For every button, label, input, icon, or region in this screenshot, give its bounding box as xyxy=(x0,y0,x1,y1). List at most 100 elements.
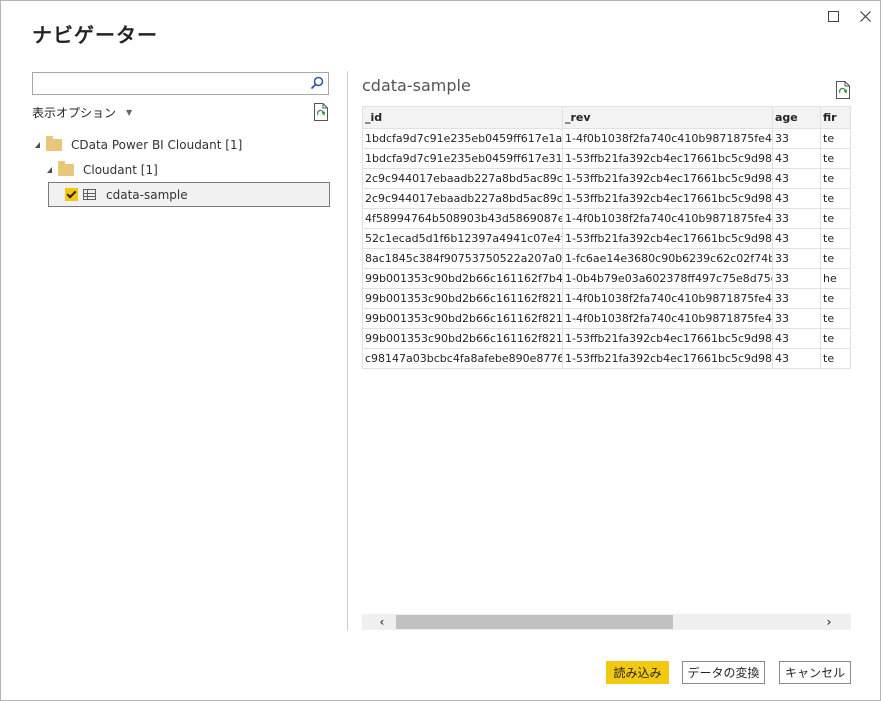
table-cell[interactable]: 43 xyxy=(772,168,821,189)
table-cell[interactable]: 99b001353c90bd2b66c161162f821ae0 xyxy=(362,328,563,349)
display-options-dropdown[interactable]: 表示オプション ▼ xyxy=(32,104,132,121)
table-cell[interactable]: 1-0b4b79e03a602378ff497c75e8d75d89 xyxy=(562,268,773,289)
column-header[interactable]: fir xyxy=(820,106,851,129)
table-row[interactable]: 8ac1845c384f90753750522a207a024f 1-fc6ae1… xyxy=(362,248,851,269)
tree-item-root[interactable]: CData Power BI Cloudant [1] xyxy=(35,135,242,155)
table-row[interactable]: 99b001353c90bd2b66c161162f8212b6 1-4f0b10… xyxy=(362,288,851,309)
expand-triangle-icon[interactable] xyxy=(47,167,52,173)
column-header[interactable]: age xyxy=(772,106,821,129)
table-cell[interactable]: 43 xyxy=(772,328,821,349)
scrollbar-thumb[interactable] xyxy=(396,615,673,629)
search-icon[interactable] xyxy=(310,76,324,90)
table-cell[interactable]: 1-53ffb21fa392cb4ec17661bc5c9d98d1 xyxy=(562,148,773,169)
table-cell[interactable]: 1-4f0b1038f2fa740c410b9871875fe4b8 xyxy=(562,288,773,309)
table-cell[interactable]: 43 xyxy=(772,188,821,209)
close-icon xyxy=(859,10,871,22)
table-header-row: _id _rev age fir xyxy=(362,106,851,129)
table-row[interactable]: 4f58994764b508903b43d5869087e8661-4f0b10… xyxy=(362,208,851,229)
table-cell[interactable]: 33 xyxy=(772,208,821,229)
table-row[interactable]: 99b001353c90bd2b66c161162f8213af 1-4f0b10… xyxy=(362,308,851,329)
table-cell[interactable]: 2c9c944017ebaadb227a8bd5ac89cd5d xyxy=(362,188,563,209)
table-cell[interactable]: 1-4f0b1038f2fa740c410b9871875fe4b8 xyxy=(562,208,773,229)
table-cell[interactable]: 43 xyxy=(772,228,821,249)
table-cell[interactable]: 43 xyxy=(772,148,821,169)
table-cell[interactable]: 1-53ffb21fa392cb4ec17661bc5c9d98d1 xyxy=(562,168,773,189)
table-cell[interactable]: te xyxy=(820,128,851,149)
maximize-button[interactable] xyxy=(823,7,843,25)
table-row[interactable]: 2c9c944017ebaadb227a8bd5ac89c63a 1-53ffb2… xyxy=(362,168,851,189)
table-cell[interactable]: c98147a03bcbc4fa8afebe890e877613 xyxy=(362,348,563,369)
load-button[interactable]: 読み込み xyxy=(606,661,669,684)
table-cell[interactable]: te xyxy=(820,348,851,369)
maximize-icon xyxy=(827,10,839,22)
table-cell[interactable]: 1bdcfa9d7c91e235eb0459ff617e1a20 xyxy=(362,128,563,149)
tree-item-label: Cloudant [1] xyxy=(83,163,158,177)
table-cell[interactable]: te xyxy=(820,208,851,229)
column-header[interactable]: _rev xyxy=(562,106,773,129)
refresh-icon[interactable] xyxy=(835,81,851,99)
table-row[interactable]: 99b001353c90bd2b66c161162f7b47ad 1-0b4b79… xyxy=(362,268,851,289)
table-cell[interactable]: 33 xyxy=(772,268,821,289)
search-input[interactable] xyxy=(35,74,309,95)
search-box[interactable] xyxy=(32,72,329,95)
pane-divider[interactable] xyxy=(347,71,348,631)
scroll-left-icon[interactable]: ‹ xyxy=(374,614,390,630)
table-row[interactable]: 1bdcfa9d7c91e235eb0459ff617e3168 1-53ffb2… xyxy=(362,148,851,169)
tree-item-label: CData Power BI Cloudant [1] xyxy=(71,138,243,152)
table-cell[interactable]: 99b001353c90bd2b66c161162f8213af xyxy=(362,308,563,329)
table-cell[interactable]: te xyxy=(820,288,851,309)
chevron-down-icon: ▼ xyxy=(126,108,133,117)
table-cell[interactable]: te xyxy=(820,248,851,269)
transform-data-button[interactable]: データの変換 xyxy=(682,661,765,684)
table-cell[interactable]: te xyxy=(820,168,851,189)
table-row[interactable]: 2c9c944017ebaadb227a8bd5ac89cd5d 1-53ffb2… xyxy=(362,188,851,209)
table-cell[interactable]: 33 xyxy=(772,288,821,309)
table-row[interactable]: 1bdcfa9d7c91e235eb0459ff617e1a20 1-4f0b10… xyxy=(362,128,851,149)
table-cell[interactable]: 43 xyxy=(772,348,821,369)
table-cell[interactable]: te xyxy=(820,328,851,349)
table-cell[interactable]: 1-53ffb21fa392cb4ec17661bc5c9d98d1 xyxy=(562,348,773,369)
tree-item-cloudant[interactable]: Cloudant [1] xyxy=(47,160,158,180)
table-cell[interactable]: te xyxy=(820,228,851,249)
close-button[interactable] xyxy=(855,7,875,25)
table-cell[interactable]: 1-fc6ae14e3680c90b6239c62c02f74b43 xyxy=(562,248,773,269)
table-cell[interactable]: 1-53ffb21fa392cb4ec17661bc5c9d98d1 xyxy=(562,228,773,249)
table-cell[interactable]: 8ac1845c384f90753750522a207a024f xyxy=(362,248,563,269)
table-cell[interactable]: 99b001353c90bd2b66c161162f7b47ad xyxy=(362,268,563,289)
table-cell[interactable]: 1-4f0b1038f2fa740c410b9871875fe4b8 xyxy=(562,308,773,329)
table-row[interactable]: 52c1ecad5d1f6b12397a4941c07e4f1b 1-53ffb2… xyxy=(362,228,851,249)
cancel-button[interactable]: キャンセル xyxy=(779,661,851,684)
preview-table[interactable]: _id _rev age fir 1bdcfa9d7c91e235eb0459f… xyxy=(362,106,851,381)
table-cell[interactable]: 33 xyxy=(772,128,821,149)
table-cell[interactable]: 4f58994764b508903b43d5869087e866 xyxy=(362,208,563,229)
column-header[interactable]: _id xyxy=(362,106,563,129)
table-cell[interactable]: te xyxy=(820,148,851,169)
table-cell[interactable]: he xyxy=(820,268,851,289)
table-icon xyxy=(83,189,96,200)
scroll-right-icon[interactable]: › xyxy=(821,614,837,630)
folder-icon xyxy=(58,161,74,176)
table-cell[interactable]: 1bdcfa9d7c91e235eb0459ff617e3168 xyxy=(362,148,563,169)
table-cell[interactable]: te xyxy=(820,188,851,209)
table-row[interactable]: 99b001353c90bd2b66c161162f821ae0 1-53ffb2… xyxy=(362,328,851,349)
table-cell[interactable]: 1-4f0b1038f2fa740c410b9871875fe4b8 xyxy=(562,128,773,149)
expand-triangle-icon[interactable] xyxy=(35,142,40,148)
preview-title: cdata-sample xyxy=(362,76,471,95)
horizontal-scrollbar[interactable]: ‹ › xyxy=(362,614,851,630)
table-cell[interactable]: 52c1ecad5d1f6b12397a4941c07e4f1b xyxy=(362,228,563,249)
dialog-title: ナビゲーター xyxy=(32,23,158,47)
refresh-icon[interactable] xyxy=(313,103,329,121)
table-cell[interactable]: te xyxy=(820,308,851,329)
table-cell[interactable]: 99b001353c90bd2b66c161162f8212b6 xyxy=(362,288,563,309)
table-cell[interactable]: 1-53ffb21fa392cb4ec17661bc5c9d98d1 xyxy=(562,328,773,349)
navigator-dialog: ナビゲーター 表示オプション ▼ CData Power BI Cloudant… xyxy=(0,0,881,701)
table-cell[interactable]: 33 xyxy=(772,308,821,329)
tree-item-label: cdata-sample xyxy=(106,187,188,202)
tree-item-cdata-sample[interactable]: cdata-sample xyxy=(48,182,330,207)
checkbox-checked[interactable] xyxy=(65,188,78,201)
table-row[interactable]: c98147a03bcbc4fa8afebe890e877613 1-53ffb2… xyxy=(362,348,851,369)
table-cell[interactable]: 33 xyxy=(772,248,821,269)
table-cell[interactable]: 1-53ffb21fa392cb4ec17661bc5c9d98d1 xyxy=(562,188,773,209)
table-cell[interactable]: 2c9c944017ebaadb227a8bd5ac89c63a xyxy=(362,168,563,189)
folder-icon xyxy=(46,136,62,151)
